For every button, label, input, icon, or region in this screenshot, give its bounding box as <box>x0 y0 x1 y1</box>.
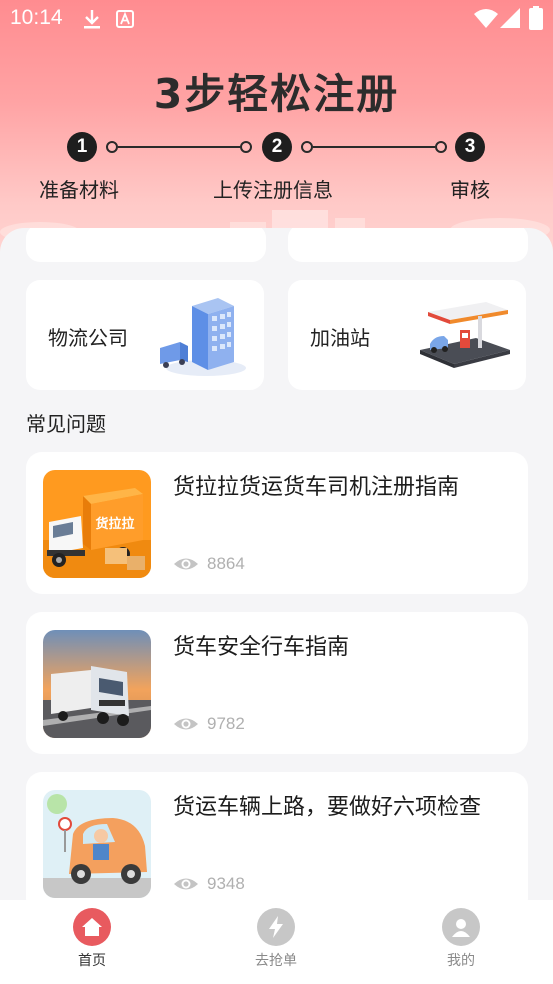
step-connector-dot <box>106 141 118 153</box>
tab-label: 我的 <box>447 953 475 969</box>
highway-truck-photo <box>43 630 151 738</box>
lightning-icon <box>257 908 295 946</box>
tab-home[interactable]: 首页 <box>47 908 137 970</box>
eye-icon <box>174 718 198 730</box>
article-title: 货拉拉货运货车司机注册指南 <box>173 475 460 500</box>
bottom-tab-bar: 首页 去抢单 我的 <box>0 900 553 984</box>
category-card-partial[interactable] <box>288 228 528 262</box>
tab-label: 首页 <box>78 953 106 969</box>
content-panel: 物流公司 加油站 常见问题 货拉拉 货拉拉货运货车司机注册指南 8864 货车安… <box>0 228 553 908</box>
step-2-label: 上传注册信息 <box>213 178 333 202</box>
category-card-partial[interactable] <box>26 228 266 262</box>
step-1-label: 准备材料 <box>39 178 119 202</box>
gas-station-icon <box>420 302 510 368</box>
step-3-badge: 3 <box>455 132 485 162</box>
car-driver-illustration <box>43 790 151 898</box>
view-count-value: 9782 <box>207 714 245 733</box>
tab-profile[interactable]: 我的 <box>416 908 506 970</box>
category-card-gas-station[interactable]: 加油站 <box>288 280 526 390</box>
download-icon <box>84 10 100 29</box>
faq-article[interactable]: 货车安全行车指南 9782 <box>26 612 528 754</box>
eye-icon <box>174 558 198 570</box>
step-connector-dot <box>240 141 252 153</box>
faq-article[interactable]: 货拉拉 货拉拉货运货车司机注册指南 8864 <box>26 452 528 594</box>
hero-title: 3步轻松注册 <box>153 70 400 118</box>
view-count: 9782 <box>173 712 245 736</box>
office-building-icon <box>160 298 246 376</box>
article-title: 货车安全行车指南 <box>173 635 350 660</box>
category-card-logistics[interactable]: 物流公司 <box>26 280 264 390</box>
battery-icon <box>529 6 543 30</box>
signal-icon <box>500 8 520 28</box>
status-bar: 10:14 <box>0 0 553 38</box>
tab-label: 去抢单 <box>255 953 297 969</box>
view-count-value: 9348 <box>207 874 245 893</box>
faq-article[interactable]: 货运车辆上路，要做好六项检查 9348 <box>26 772 528 908</box>
step-connector-dot <box>301 141 313 153</box>
tab-grab-orders[interactable]: 去抢单 <box>231 908 321 970</box>
article-thumbnail <box>43 630 151 738</box>
step-connector-line <box>118 146 240 148</box>
article-thumbnail: 货拉拉 <box>43 470 151 578</box>
category-label: 加油站 <box>310 326 370 350</box>
step-connector-line <box>313 146 435 148</box>
user-icon <box>442 908 480 946</box>
article-thumbnail <box>43 790 151 898</box>
step-1-badge: 1 <box>67 132 97 162</box>
wifi-icon <box>474 9 498 28</box>
eye-icon <box>174 878 198 890</box>
faq-section-title: 常见问题 <box>26 412 106 436</box>
truck-illustration: 货拉拉 <box>43 470 151 578</box>
article-title: 货运车辆上路，要做好六项检查 <box>173 795 482 820</box>
step-connector-dot <box>435 141 447 153</box>
step-3-label: 审核 <box>450 178 490 202</box>
text-a-icon <box>116 10 134 28</box>
view-count: 9348 <box>173 872 245 896</box>
view-count: 8864 <box>173 552 245 576</box>
step-2-badge: 2 <box>262 132 292 162</box>
home-icon <box>73 908 111 946</box>
view-count-value: 8864 <box>207 554 245 573</box>
category-label: 物流公司 <box>48 326 128 350</box>
status-time: 10:14 <box>10 6 63 29</box>
truck-brand-text: 货拉拉 <box>95 516 134 532</box>
